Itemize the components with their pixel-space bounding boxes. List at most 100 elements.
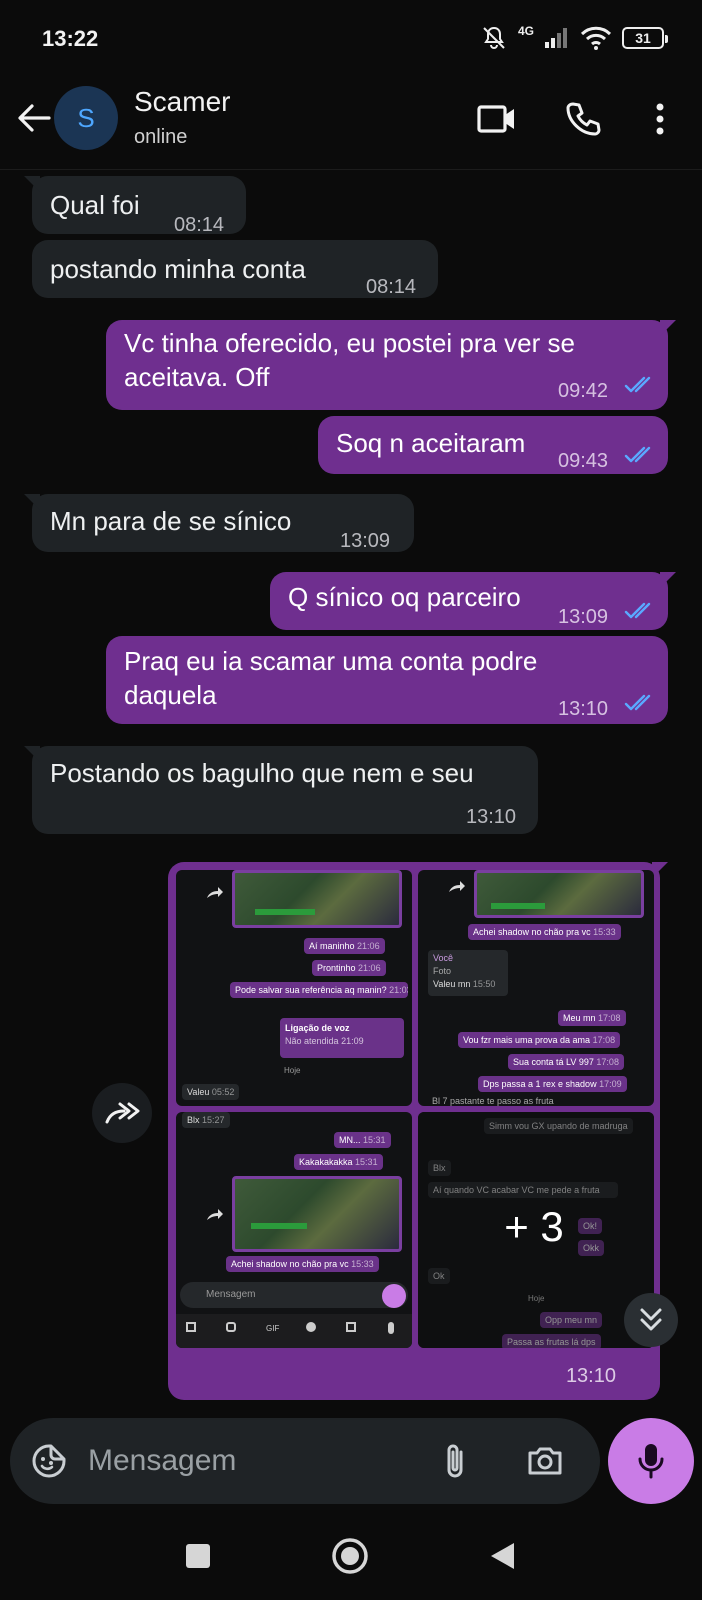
nav-recents-button[interactable] bbox=[176, 1534, 220, 1578]
message-time: 08:14 bbox=[366, 276, 417, 298]
message-outgoing[interactable]: Praq eu ia scamar uma conta podre daquel… bbox=[106, 636, 668, 724]
message-composer bbox=[10, 1418, 600, 1504]
phone-icon bbox=[566, 102, 601, 136]
bubble-tail bbox=[652, 862, 668, 878]
scroll-to-bottom-button[interactable] bbox=[624, 1293, 678, 1347]
game-screenshot bbox=[232, 1176, 402, 1252]
message-outgoing[interactable]: Soq n aceitaram 09:43 bbox=[318, 416, 668, 474]
mini-message: Blx bbox=[428, 1160, 451, 1176]
double-chevron-down-icon bbox=[640, 1308, 662, 1331]
forward-icon bbox=[207, 1209, 223, 1220]
video-call-button[interactable] bbox=[474, 96, 520, 142]
attach-button[interactable] bbox=[434, 1440, 476, 1482]
message-outgoing[interactable]: Vc tinha oferecido, eu postei pra ver se… bbox=[106, 320, 676, 410]
message-list[interactable]: Qual foi 08:14 postando minha conta 08:1… bbox=[0, 170, 702, 1415]
message-time: 09:43 bbox=[558, 450, 609, 472]
mini-mic bbox=[382, 1284, 406, 1308]
message-text-line1: Vc tinha oferecido, eu postei pra ver se bbox=[124, 328, 575, 358]
nav-recents-icon bbox=[186, 1544, 210, 1568]
bubble-tail bbox=[24, 494, 40, 510]
message-text: Qual foi bbox=[50, 190, 140, 220]
media-album[interactable]: Aí maninho 21:06 Prontinho 21:06 Pode sa… bbox=[168, 862, 668, 1400]
message-text: postando minha conta bbox=[50, 254, 306, 284]
mini-message: Opp meu mn bbox=[540, 1312, 603, 1328]
mini-message: Ok bbox=[428, 1268, 450, 1284]
album-photo-2[interactable]: Achei shadow no chão pra vc 15:33 Você F… bbox=[418, 870, 654, 1106]
message-time: 13:09 bbox=[340, 530, 391, 552]
sticker-button[interactable] bbox=[28, 1440, 70, 1482]
mini-message: Sua conta tá LV 997 17:08 bbox=[508, 1054, 624, 1070]
nav-home-button[interactable] bbox=[328, 1534, 372, 1578]
more-options-button[interactable] bbox=[640, 96, 680, 142]
mini-message: Aí maninho 21:06 bbox=[304, 938, 385, 954]
bubble-tail bbox=[24, 176, 40, 192]
nav-back-button[interactable] bbox=[480, 1534, 524, 1578]
contact-status: online bbox=[134, 126, 188, 148]
forward-icon bbox=[105, 1102, 140, 1124]
signal-icon bbox=[545, 28, 567, 48]
avatar[interactable]: S bbox=[54, 86, 118, 150]
voice-record-button[interactable] bbox=[608, 1418, 694, 1504]
mini-message: Meu mn 17:08 bbox=[558, 1010, 626, 1026]
mini-message: Blx 15:27 bbox=[182, 1112, 230, 1128]
message-text: Postando os bagulho que nem e seu bbox=[50, 758, 474, 788]
album-photo-1[interactable]: Aí maninho 21:06 Prontinho 21:06 Pode sa… bbox=[176, 870, 412, 1106]
message-incoming[interactable]: Postando os bagulho que nem e seu 13:10 bbox=[24, 746, 538, 834]
mic-icon bbox=[638, 1444, 664, 1479]
video-call-icon bbox=[477, 105, 514, 133]
sticker-icon bbox=[32, 1444, 66, 1478]
message-text-line2: aceitava. Off bbox=[124, 362, 270, 392]
day-divider: Hoje bbox=[528, 1294, 545, 1303]
chat-header: S Scamer online bbox=[0, 78, 702, 170]
more-photos-count[interactable]: + 3 bbox=[416, 1197, 652, 1257]
mini-message: Kakakakakka 15:31 bbox=[294, 1154, 383, 1170]
more-vert-icon bbox=[656, 103, 664, 135]
read-ticks-icon bbox=[624, 602, 651, 619]
nav-back-icon bbox=[491, 1543, 514, 1569]
mini-message: Simm vou GX upando de madruga bbox=[484, 1118, 633, 1134]
missed-call-card: Ligação de voz Não atendida 21:09 bbox=[280, 1018, 404, 1058]
battery-icon: 31 bbox=[622, 27, 668, 49]
status-bar: 13:22 4G 31 bbox=[0, 0, 702, 78]
mini-composer: Mensagem bbox=[180, 1282, 408, 1308]
forward-icon bbox=[207, 887, 223, 898]
message-time: 13:10 bbox=[565, 1365, 616, 1387]
back-arrow-icon bbox=[18, 104, 51, 132]
status-time: 13:22 bbox=[42, 26, 99, 51]
message-time: 09:42 bbox=[558, 380, 609, 402]
bubble-tail bbox=[660, 320, 676, 336]
system-navigation-bar bbox=[0, 1520, 702, 1600]
message-input[interactable] bbox=[88, 1440, 428, 1482]
forward-icon bbox=[449, 881, 465, 892]
mini-message: Valeu 05:52 bbox=[182, 1084, 240, 1100]
back-button[interactable] bbox=[14, 98, 54, 138]
message-incoming[interactable]: postando minha conta 08:14 bbox=[32, 240, 438, 298]
message-incoming[interactable]: Mn para de se sínico 13:09 bbox=[24, 494, 414, 552]
message-time: 13:09 bbox=[558, 606, 609, 628]
mini-message: Passa as frutas lá dps bbox=[502, 1334, 601, 1348]
bubble-tail bbox=[660, 572, 676, 588]
camera-button[interactable] bbox=[524, 1440, 566, 1482]
read-ticks-icon bbox=[624, 446, 651, 463]
album-photo-3[interactable]: Blx 15:27 MN... 15:31 Kakakakakka 15:31 … bbox=[176, 1112, 412, 1348]
mini-message: Achei shadow no chão pra vc 15:33 bbox=[468, 924, 621, 940]
mini-message: Achei shadow no chão pra vc 15:33 bbox=[226, 1256, 379, 1272]
attach-icon bbox=[447, 1444, 463, 1478]
cut-off-message: Bl 7 pastante te passo as fruta bbox=[432, 1096, 554, 1106]
message-text-line1: Praq eu ia scamar uma conta podre bbox=[124, 646, 538, 676]
quoted-reply: Você Foto Valeu mn 15:50 bbox=[428, 950, 508, 996]
message-text: Soq n aceitaram bbox=[336, 428, 526, 458]
message-text: Q sínico oq parceiro bbox=[288, 582, 521, 612]
message-incoming[interactable]: Qual foi 08:14 bbox=[24, 176, 246, 236]
message-time: 08:14 bbox=[174, 214, 225, 236]
message-text-line2: daquela bbox=[124, 680, 217, 710]
contact-name[interactable]: Scamer bbox=[134, 86, 230, 118]
message-time: 13:10 bbox=[558, 698, 609, 720]
day-divider: Hoje bbox=[284, 1066, 301, 1075]
message-outgoing[interactable]: Q sínico oq parceiro 13:09 bbox=[270, 572, 676, 630]
voice-call-button[interactable] bbox=[560, 96, 606, 142]
mute-icon bbox=[483, 26, 505, 49]
forward-button[interactable] bbox=[92, 1083, 152, 1143]
mini-message: Pode salvar sua referência aq manin? 21:… bbox=[230, 982, 408, 998]
mini-message: Vou fzr mais uma prova da ama 17:08 bbox=[458, 1032, 621, 1048]
